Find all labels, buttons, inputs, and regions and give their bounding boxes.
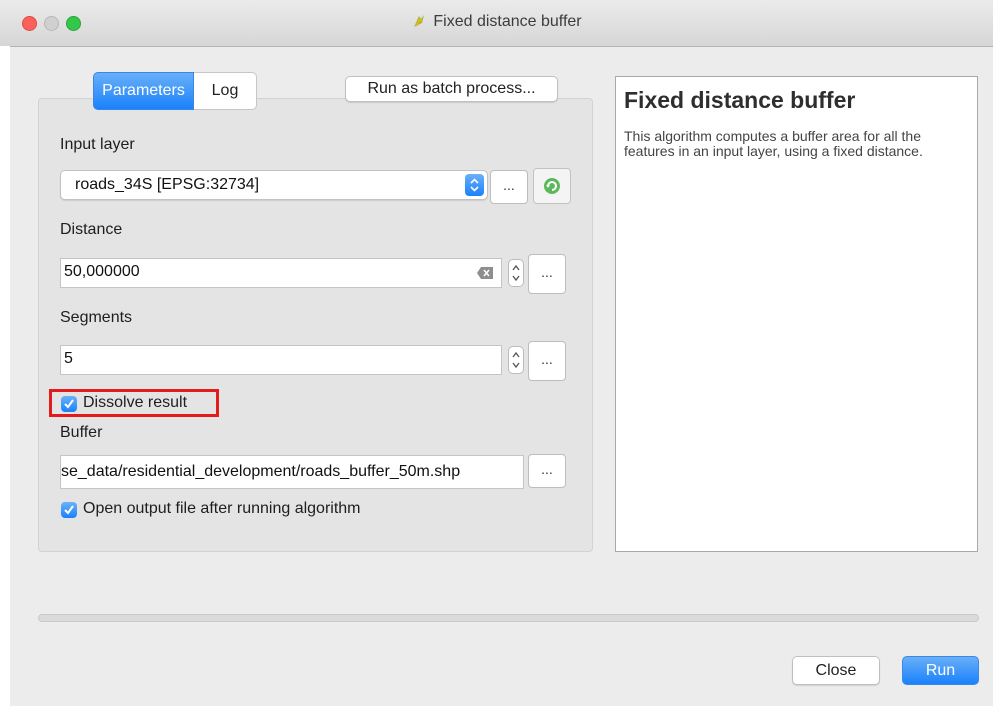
dissolve-checkbox[interactable]: [61, 396, 77, 412]
chevron-updown-icon: [465, 174, 484, 196]
help-panel: Fixed distance buffer This algorithm com…: [615, 76, 978, 552]
tab-log[interactable]: Log: [194, 72, 257, 110]
close-button[interactable]: Close: [792, 656, 880, 685]
input-layer-select[interactable]: roads_34S [EPSG:32734]: [60, 170, 488, 200]
distance-input[interactable]: [61, 259, 464, 285]
buffer-output-value: se_data/residential_development/roads_bu…: [61, 463, 461, 480]
buffer-label: Buffer: [60, 424, 103, 441]
window-title: Fixed distance buffer: [433, 13, 582, 30]
iterate-layer-button[interactable]: [533, 168, 571, 204]
refresh-icon: [544, 178, 560, 194]
input-layer-browse-button[interactable]: ...: [490, 170, 528, 204]
distance-field-wrap: [60, 258, 502, 288]
open-output-label: Open output file after running algorithm: [83, 500, 361, 517]
segments-options-button[interactable]: ...: [528, 341, 566, 381]
progress-bar: [38, 614, 979, 622]
clear-icon[interactable]: [477, 267, 493, 279]
run-button[interactable]: Run: [902, 656, 979, 685]
distance-label: Distance: [60, 221, 123, 238]
qgis-icon: [414, 15, 425, 27]
dialog-window: Fixed distance buffer Parameters Log Run…: [0, 0, 993, 706]
run-batch-button[interactable]: Run as batch process...: [345, 76, 558, 102]
tab-parameters[interactable]: Parameters: [93, 72, 194, 110]
checkmark-icon: [64, 399, 74, 409]
distance-options-button[interactable]: ...: [528, 254, 566, 294]
segments-stepper[interactable]: [508, 346, 524, 374]
help-text: This algorithm computes a buffer area fo…: [624, 128, 923, 159]
input-layer-label: Input layer: [60, 136, 135, 153]
window-title-wrap: Fixed distance buffer: [0, 13, 993, 31]
dissolve-label: Dissolve result: [83, 394, 188, 411]
help-title: Fixed distance buffer: [624, 87, 856, 113]
distance-stepper[interactable]: [508, 259, 524, 287]
buffer-output-field[interactable]: se_data/residential_development/roads_bu…: [60, 455, 524, 489]
segments-label: Segments: [60, 309, 133, 326]
tab-bar: Parameters Log: [93, 72, 257, 110]
segments-field-wrap: [60, 345, 502, 375]
input-layer-value: roads_34S [EPSG:32734]: [75, 176, 260, 193]
segments-input[interactable]: [61, 346, 464, 372]
window-edge: [0, 46, 10, 706]
checkmark-icon: [64, 505, 74, 515]
open-output-checkbox[interactable]: [61, 502, 77, 518]
buffer-browse-button[interactable]: ...: [528, 454, 566, 488]
title-bar: Fixed distance buffer: [0, 0, 993, 47]
